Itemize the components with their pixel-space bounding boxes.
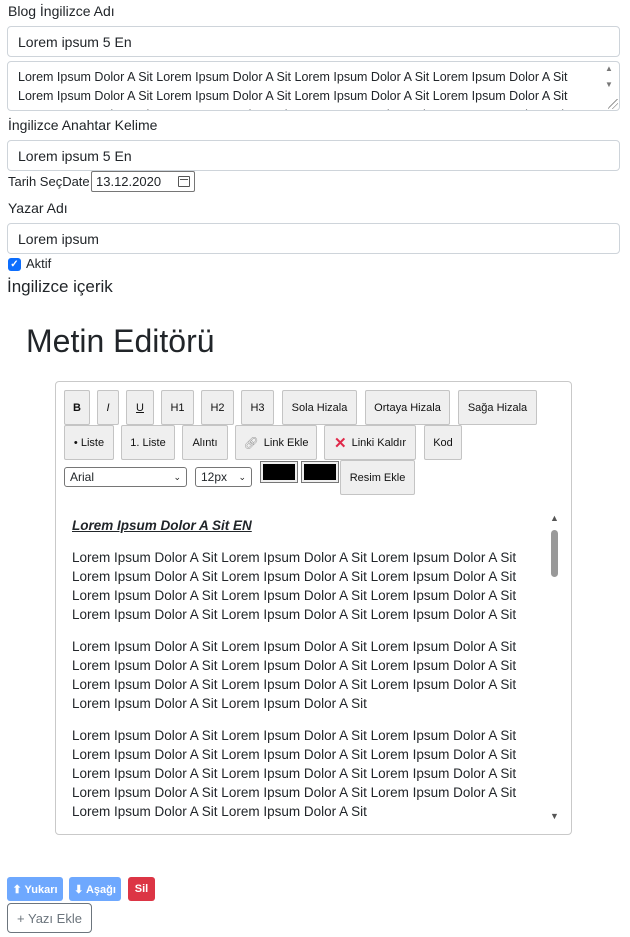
font-size-select[interactable]: 12px ⌄ [195, 467, 252, 487]
align-right-button[interactable]: Sağa Hizala [458, 390, 537, 425]
date-label: Tarih SeçDate [8, 174, 90, 189]
font-family-select[interactable]: Arial ⌄ [64, 467, 187, 487]
numbered-list-button[interactable]: 1. Liste [121, 425, 175, 460]
chevron-down-icon: ⌄ [173, 471, 181, 482]
date-value: 13.12.2020 [96, 174, 162, 189]
italic-button[interactable]: I [97, 390, 119, 425]
font-size-value: 12px [201, 470, 228, 484]
scroll-up-icon[interactable]: ▲ [605, 64, 613, 73]
delete-button[interactable]: Sil [128, 877, 155, 901]
underline-button[interactable]: U [126, 390, 154, 425]
author-value: Lorem ipsum [18, 230, 99, 247]
background-color-picker[interactable] [301, 461, 339, 483]
content-paragraph: Lorem Ipsum Dolor A Sit Lorem Ipsum Dolo… [72, 639, 517, 711]
move-up-button[interactable]: ⬆ Yukarı [7, 877, 63, 901]
author-input[interactable]: Lorem ipsum [7, 223, 620, 254]
h3-button[interactable]: H3 [241, 390, 274, 425]
background-color-fill [304, 464, 336, 480]
author-label: Yazar Adı [8, 200, 68, 216]
blog-title-label: Blog İngilizce Adı [8, 3, 115, 19]
align-left-button[interactable]: Sola Hizala [282, 390, 357, 425]
align-center-button[interactable]: Ortaya Hizala [365, 390, 450, 425]
editor-scrollbar[interactable]: ▲ ▼ [549, 513, 561, 821]
active-checkbox[interactable]: ✓ [8, 258, 21, 271]
keyword-label: İngilizce Anahtar Kelime [8, 117, 158, 133]
bold-button[interactable]: B [64, 390, 90, 425]
editor-title: Metin Editörü [26, 323, 215, 359]
close-icon: ✕ [334, 434, 347, 452]
add-link-label: Link Ekle [263, 436, 309, 449]
remove-link-label: Linki Kaldır [351, 436, 406, 449]
description-textarea[interactable]: Lorem Ipsum Dolor A Sit Lorem Ipsum Dolo… [7, 61, 620, 111]
content-paragraph: Lorem Ipsum Dolor A Sit Lorem Ipsum Dolo… [72, 728, 517, 819]
scroll-down-icon[interactable]: ▼ [605, 80, 613, 89]
quote-button[interactable]: Alıntı [182, 425, 228, 460]
bullet-list-button[interactable]: • Liste [64, 425, 114, 460]
keyword-value: Lorem ipsum 5 En [18, 147, 132, 164]
add-post-button[interactable]: + Yazı Ekle [7, 903, 92, 933]
editor-content[interactable]: Lorem Ipsum Dolor A Sit EN Lorem Ipsum D… [72, 508, 544, 826]
scroll-up-icon[interactable]: ▲ [550, 513, 559, 523]
calendar-icon[interactable] [178, 176, 190, 187]
link-icon: 🔗︎ [243, 435, 259, 450]
checkmark-icon: ✓ [10, 259, 19, 270]
text-color-picker[interactable] [260, 461, 298, 483]
keyword-input[interactable]: Lorem ipsum 5 En [7, 140, 620, 171]
blog-title-value: Lorem ipsum 5 En [18, 33, 132, 50]
chevron-down-icon: ⌄ [238, 471, 246, 482]
add-link-button[interactable]: 🔗︎ Link Ekle [235, 425, 317, 460]
h2-button[interactable]: H2 [201, 390, 234, 425]
add-image-button[interactable]: Resim Ekle [340, 460, 415, 495]
scroll-down-icon[interactable]: ▼ [550, 811, 559, 821]
font-family-value: Arial [70, 470, 95, 484]
scrollbar-thumb[interactable] [551, 530, 558, 577]
h1-button[interactable]: H1 [161, 390, 194, 425]
move-down-button[interactable]: ⬇ Aşağı [69, 877, 121, 901]
content-heading: Lorem Ipsum Dolor A Sit EN [72, 518, 252, 533]
blog-title-input[interactable]: Lorem ipsum 5 En [7, 26, 620, 57]
text-color-fill [263, 464, 295, 480]
active-label: Aktif [26, 256, 52, 271]
content-label: İngilizce içerik [7, 277, 113, 296]
remove-link-button[interactable]: ✕ Linki Kaldır [324, 425, 416, 460]
content-paragraph: Lorem Ipsum Dolor A Sit Lorem Ipsum Dolo… [72, 550, 517, 622]
date-input[interactable]: 13.12.2020 [91, 171, 195, 192]
code-button[interactable]: Kod [424, 425, 462, 460]
resize-grip-icon[interactable] [608, 99, 618, 109]
description-text: Lorem Ipsum Dolor A Sit Lorem Ipsum Dolo… [18, 70, 568, 110]
